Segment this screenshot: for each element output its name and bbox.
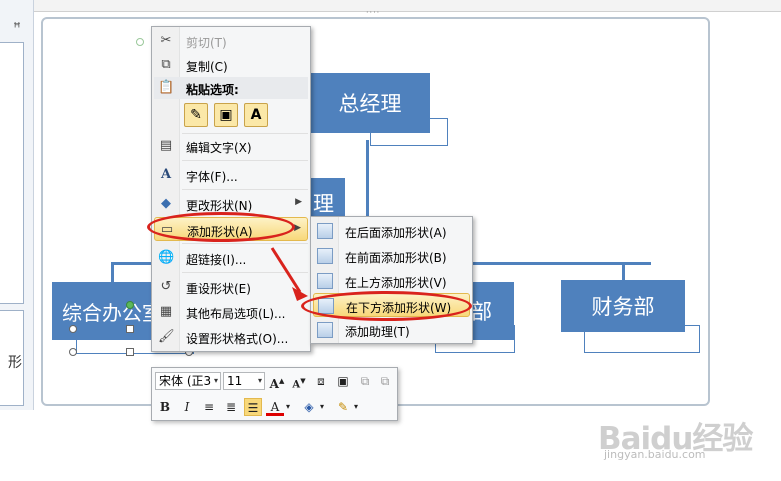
arrow-shaft	[270, 247, 302, 293]
arrow-head	[292, 287, 308, 301]
watermark-url: jingyan.baidu.com	[604, 448, 706, 461]
annotation-arrow	[270, 247, 308, 301]
